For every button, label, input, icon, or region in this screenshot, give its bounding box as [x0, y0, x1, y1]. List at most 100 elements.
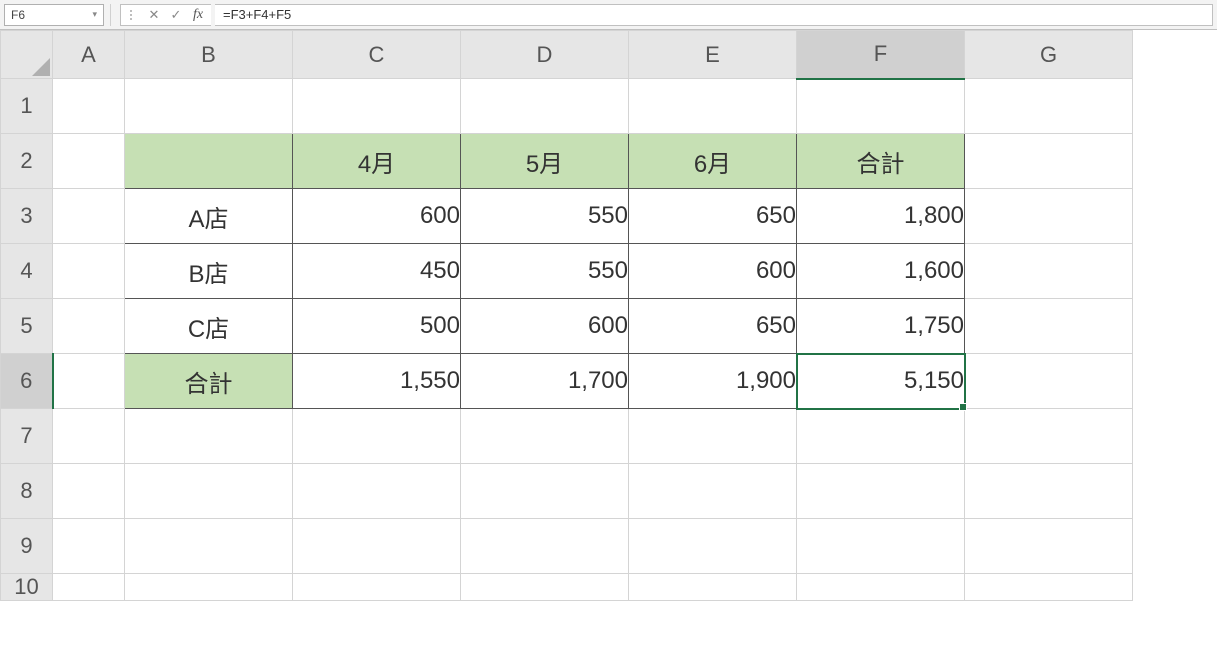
cell-E8[interactable]	[629, 464, 797, 519]
cell-E9[interactable]	[629, 519, 797, 574]
cell-E10[interactable]	[629, 574, 797, 601]
cell-D1[interactable]	[461, 79, 629, 134]
row-header-1[interactable]: 1	[1, 79, 53, 134]
divider	[110, 4, 114, 26]
formula-bar-buttons: ✕ ✓ fx	[120, 4, 211, 26]
cell-F4[interactable]: 1,600	[797, 244, 965, 299]
cell-C5[interactable]: 500	[293, 299, 461, 354]
cell-E4[interactable]: 600	[629, 244, 797, 299]
cell-A3[interactable]	[53, 189, 125, 244]
cell-D2[interactable]: 5月	[461, 134, 629, 189]
cell-B1[interactable]	[125, 79, 293, 134]
cell-B4[interactable]: B店	[125, 244, 293, 299]
cell-C10[interactable]	[293, 574, 461, 601]
cell-F6[interactable]: 5,150	[797, 354, 965, 409]
fx-button[interactable]: fx	[187, 4, 209, 26]
cell-F7[interactable]	[797, 409, 965, 464]
cell-F3[interactable]: 1,800	[797, 189, 965, 244]
cell-E7[interactable]	[629, 409, 797, 464]
cell-E5[interactable]: 650	[629, 299, 797, 354]
col-header-C[interactable]: C	[293, 31, 461, 79]
row-header-4[interactable]: 4	[1, 244, 53, 299]
formula-bar: F6 ✕ ✓ fx =F3+F4+F5	[0, 0, 1217, 30]
cell-G4[interactable]	[965, 244, 1133, 299]
spreadsheet-grid[interactable]: A B C D E F G 1 2 4月 5月 6月 合計	[0, 30, 1217, 601]
col-header-E[interactable]: E	[629, 31, 797, 79]
cell-C6[interactable]: 1,550	[293, 354, 461, 409]
cell-G9[interactable]	[965, 519, 1133, 574]
row-header-7[interactable]: 7	[1, 409, 53, 464]
row-header-8[interactable]: 8	[1, 464, 53, 519]
cell-D3[interactable]: 550	[461, 189, 629, 244]
fx-icon: fx	[193, 7, 203, 23]
cell-E2[interactable]: 6月	[629, 134, 797, 189]
cell-G6[interactable]	[965, 354, 1133, 409]
confirm-button[interactable]: ✓	[165, 4, 187, 26]
cell-B7[interactable]	[125, 409, 293, 464]
name-box[interactable]: F6	[4, 4, 104, 26]
cell-B5[interactable]: C店	[125, 299, 293, 354]
cell-C7[interactable]	[293, 409, 461, 464]
row-header-5[interactable]: 5	[1, 299, 53, 354]
cell-B8[interactable]	[125, 464, 293, 519]
cell-G10[interactable]	[965, 574, 1133, 601]
cell-G3[interactable]	[965, 189, 1133, 244]
cell-B6[interactable]: 合計	[125, 354, 293, 409]
col-header-B[interactable]: B	[125, 31, 293, 79]
formula-input[interactable]: =F3+F4+F5	[215, 4, 1213, 26]
cell-A4[interactable]	[53, 244, 125, 299]
more-icon[interactable]	[123, 10, 139, 20]
row-header-6[interactable]: 6	[1, 354, 53, 409]
cell-A10[interactable]	[53, 574, 125, 601]
cell-D9[interactable]	[461, 519, 629, 574]
cell-D5[interactable]: 600	[461, 299, 629, 354]
select-all-corner[interactable]	[1, 31, 53, 79]
cell-A9[interactable]	[53, 519, 125, 574]
cell-C9[interactable]	[293, 519, 461, 574]
cell-F5[interactable]: 1,750	[797, 299, 965, 354]
cell-E1[interactable]	[629, 79, 797, 134]
cell-C4[interactable]: 450	[293, 244, 461, 299]
cell-A5[interactable]	[53, 299, 125, 354]
cell-F9[interactable]	[797, 519, 965, 574]
row-header-10[interactable]: 10	[1, 574, 53, 601]
cell-B9[interactable]	[125, 519, 293, 574]
col-header-A[interactable]: A	[53, 31, 125, 79]
cell-G8[interactable]	[965, 464, 1133, 519]
cell-G7[interactable]	[965, 409, 1133, 464]
cell-A2[interactable]	[53, 134, 125, 189]
cell-F10[interactable]	[797, 574, 965, 601]
cell-reference: F6	[11, 8, 25, 22]
cell-D7[interactable]	[461, 409, 629, 464]
cancel-button[interactable]: ✕	[143, 4, 165, 26]
cell-C3[interactable]: 600	[293, 189, 461, 244]
row-header-2[interactable]: 2	[1, 134, 53, 189]
cell-A8[interactable]	[53, 464, 125, 519]
cell-B10[interactable]	[125, 574, 293, 601]
cell-A6[interactable]	[53, 354, 125, 409]
cell-B2[interactable]	[125, 134, 293, 189]
cell-A7[interactable]	[53, 409, 125, 464]
cell-D10[interactable]	[461, 574, 629, 601]
cell-C2[interactable]: 4月	[293, 134, 461, 189]
cell-F8[interactable]	[797, 464, 965, 519]
row-header-3[interactable]: 3	[1, 189, 53, 244]
cell-B3[interactable]: A店	[125, 189, 293, 244]
cell-G2[interactable]	[965, 134, 1133, 189]
cell-A1[interactable]	[53, 79, 125, 134]
cell-G1[interactable]	[965, 79, 1133, 134]
cell-C1[interactable]	[293, 79, 461, 134]
cell-F1[interactable]	[797, 79, 965, 134]
col-header-D[interactable]: D	[461, 31, 629, 79]
cell-D8[interactable]	[461, 464, 629, 519]
cell-C8[interactable]	[293, 464, 461, 519]
cell-D4[interactable]: 550	[461, 244, 629, 299]
col-header-G[interactable]: G	[965, 31, 1133, 79]
cell-G5[interactable]	[965, 299, 1133, 354]
cell-F2[interactable]: 合計	[797, 134, 965, 189]
cell-E3[interactable]: 650	[629, 189, 797, 244]
row-header-9[interactable]: 9	[1, 519, 53, 574]
cell-E6[interactable]: 1,900	[629, 354, 797, 409]
col-header-F[interactable]: F	[797, 31, 965, 79]
cell-D6[interactable]: 1,700	[461, 354, 629, 409]
